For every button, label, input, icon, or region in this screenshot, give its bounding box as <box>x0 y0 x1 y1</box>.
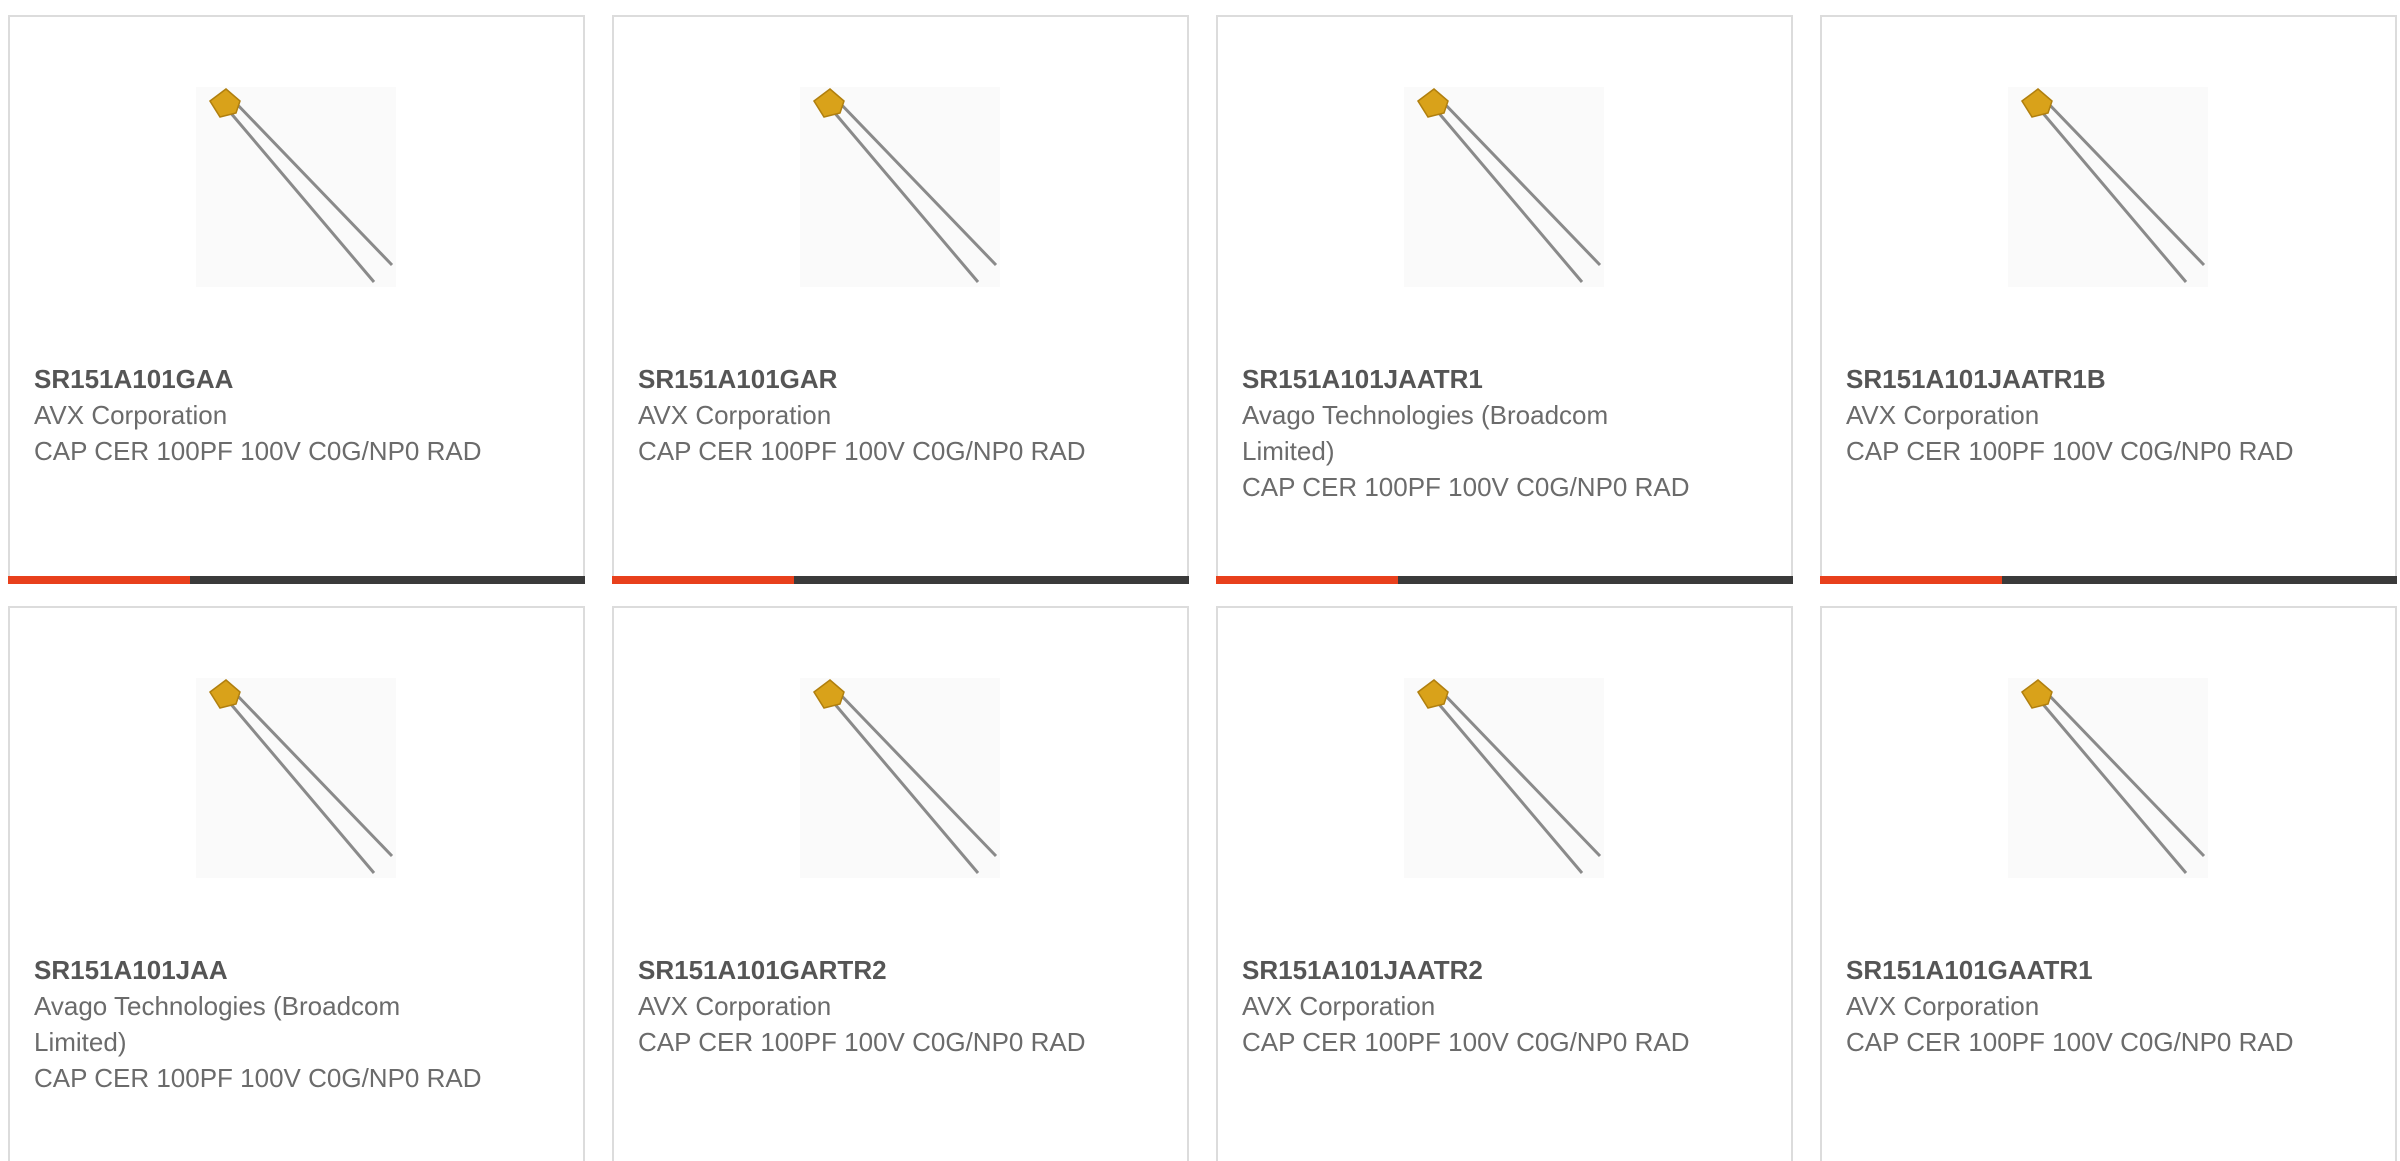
part-number[interactable]: SR151A101GAATR1 <box>1846 952 2306 988</box>
ceramic-capacitor-icon <box>1416 679 1602 874</box>
product-image[interactable] <box>2008 87 2208 287</box>
manufacturer: AVX Corporation <box>638 991 832 1021</box>
ceramic-capacitor-icon <box>812 679 998 874</box>
manufacturer: AVX Corporation <box>1242 991 1436 1021</box>
product-card[interactable]: SR151A101GAATR1 AVX Corporation CAP CER … <box>1820 606 2397 1161</box>
product-image[interactable] <box>2008 678 2208 878</box>
part-number[interactable]: SR151A101JAATR1B <box>1846 361 2306 397</box>
product-image[interactable] <box>800 678 1000 878</box>
manufacturer: AVX Corporation <box>34 400 228 430</box>
manufacturer: Avago Technologies (Broadcom Limited) <box>34 991 401 1057</box>
manufacturer: Avago Technologies (Broadcom Limited) <box>1242 400 1609 466</box>
card-bottom-bar <box>1820 576 2397 584</box>
part-number[interactable]: SR151A101GAA <box>34 361 494 397</box>
accent-segment <box>1216 576 1398 584</box>
part-number[interactable]: SR151A101JAA <box>34 952 494 988</box>
description: CAP CER 100PF 100V C0G/NP0 RAD <box>638 436 1086 466</box>
ceramic-capacitor-icon <box>2020 679 2206 874</box>
product-card[interactable]: SR151A101JAATR1B AVX Corporation CAP CER… <box>1820 15 2397 584</box>
part-number[interactable]: SR151A101JAATR1 <box>1242 361 1702 397</box>
card-bottom-bar <box>612 576 1189 584</box>
manufacturer: AVX Corporation <box>638 400 832 430</box>
part-number[interactable]: SR151A101GAR <box>638 361 1098 397</box>
card-bottom-bar <box>1216 576 1793 584</box>
ceramic-capacitor-icon <box>208 88 394 283</box>
description: CAP CER 100PF 100V C0G/NP0 RAD <box>1242 472 1690 502</box>
card-bottom-bar <box>8 576 585 584</box>
product-grid: SR151A101GAA AVX Corporation CAP CER 100… <box>0 0 2400 1161</box>
part-number[interactable]: SR151A101JAATR2 <box>1242 952 1702 988</box>
product-card[interactable]: SR151A101GARTR2 AVX Corporation CAP CER … <box>612 606 1189 1161</box>
product-card[interactable]: SR151A101JAATR2 AVX Corporation CAP CER … <box>1216 606 1793 1161</box>
product-image[interactable] <box>196 87 396 287</box>
ceramic-capacitor-icon <box>812 88 998 283</box>
description: CAP CER 100PF 100V C0G/NP0 RAD <box>1846 1027 2294 1057</box>
product-card[interactable]: SR151A101JAA Avago Technologies (Broadco… <box>8 606 585 1161</box>
accent-segment <box>1820 576 2002 584</box>
ceramic-capacitor-icon <box>2020 88 2206 283</box>
product-image[interactable] <box>1404 678 1604 878</box>
ceramic-capacitor-icon <box>208 679 394 874</box>
description: CAP CER 100PF 100V C0G/NP0 RAD <box>34 436 482 466</box>
description: CAP CER 100PF 100V C0G/NP0 RAD <box>34 1063 482 1093</box>
description: CAP CER 100PF 100V C0G/NP0 RAD <box>638 1027 1086 1057</box>
manufacturer: AVX Corporation <box>1846 991 2040 1021</box>
product-card[interactable]: SR151A101GAR AVX Corporation CAP CER 100… <box>612 15 1189 584</box>
accent-segment <box>8 576 190 584</box>
description: CAP CER 100PF 100V C0G/NP0 RAD <box>1242 1027 1690 1057</box>
manufacturer: AVX Corporation <box>1846 400 2040 430</box>
ceramic-capacitor-icon <box>1416 88 1602 283</box>
product-image[interactable] <box>800 87 1000 287</box>
product-card[interactable]: SR151A101JAATR1 Avago Technologies (Broa… <box>1216 15 1793 584</box>
product-image[interactable] <box>1404 87 1604 287</box>
part-number[interactable]: SR151A101GARTR2 <box>638 952 1098 988</box>
product-card[interactable]: SR151A101GAA AVX Corporation CAP CER 100… <box>8 15 585 584</box>
accent-segment <box>612 576 794 584</box>
product-image[interactable] <box>196 678 396 878</box>
description: CAP CER 100PF 100V C0G/NP0 RAD <box>1846 436 2294 466</box>
